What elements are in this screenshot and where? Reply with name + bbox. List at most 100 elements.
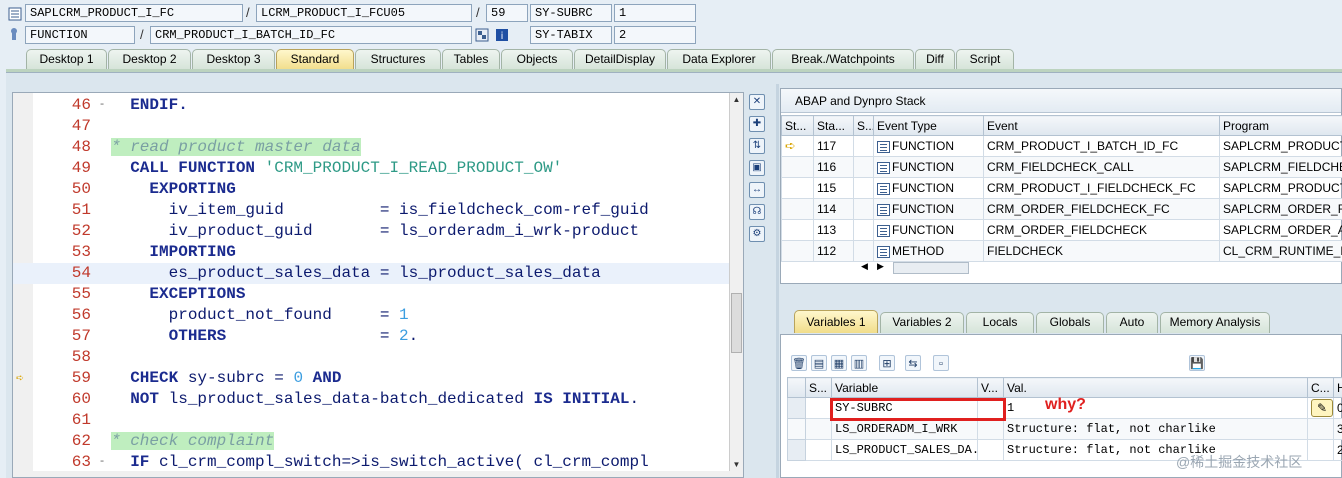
tab-breakpoints[interactable]: Break./Watchpoints: [772, 49, 914, 69]
sysvar2-name-field[interactable]: SY-TABIX: [530, 26, 612, 44]
code-line[interactable]: ➪ 59 CHECK sy-subrc = 0 AND: [13, 368, 731, 389]
sysvar1-value-field[interactable]: 1: [614, 4, 696, 22]
col-s[interactable]: S...: [853, 115, 874, 136]
tab-locals[interactable]: Locals: [966, 312, 1034, 333]
tool-settings-icon[interactable]: ⚙: [749, 226, 765, 242]
delete-icon[interactable]: 🗑: [791, 355, 807, 371]
stack-row[interactable]: ➪ 117 FUNCTION CRM_PRODUCT_I_BATCH_ID_FC SAP…: [781, 135, 1342, 157]
name-field[interactable]: CRM_PRODUCT_I_BATCH_ID_FC: [150, 26, 472, 44]
col-variable[interactable]: Variable: [831, 377, 978, 398]
code-line[interactable]: 51 iv_item_guid = is_fieldcheck_com-ref_…: [13, 200, 731, 221]
close-icon[interactable]: ✕: [749, 94, 765, 110]
scroll-thumb[interactable]: [893, 262, 969, 274]
hex-icon[interactable]: [475, 28, 489, 42]
transfer-icon[interactable]: ⇆: [905, 355, 921, 371]
code-line[interactable]: 63- IF cl_crm_compl_switch=>is_switch_ac…: [13, 452, 731, 473]
export-icon[interactable]: ▦: [831, 355, 847, 371]
tab-desktop-1[interactable]: Desktop 1: [26, 49, 107, 69]
import-icon[interactable]: ▤: [811, 355, 827, 371]
tab-desktop-2[interactable]: Desktop 2: [108, 49, 191, 69]
code-line[interactable]: 50 EXPORTING: [13, 179, 731, 200]
code-line[interactable]: 53 IMPORTING: [13, 242, 731, 263]
stack-row[interactable]: 114 FUNCTION CRM_ORDER_FIELDCHECK_FC SAPLCR…: [781, 198, 1342, 220]
col-hex[interactable]: H: [1333, 377, 1342, 398]
tab-diff[interactable]: Diff: [915, 49, 955, 69]
code-line[interactable]: 61: [13, 410, 731, 431]
col-value[interactable]: Val.: [1003, 377, 1308, 398]
type-field[interactable]: FUNCTION: [25, 26, 135, 44]
editor-horizontal-scrollbar[interactable]: [13, 471, 743, 477]
code-line[interactable]: 54 es_product_sales_data = ls_product_sa…: [13, 263, 731, 284]
stack-event-type-cell: FUNCTION: [873, 198, 984, 220]
code-line[interactable]: 52 iv_product_guid = ls_orderadm_i_wrk-p…: [13, 221, 731, 242]
tab-variables-2[interactable]: Variables 2: [880, 312, 964, 333]
new-tool-icon[interactable]: ✚: [749, 116, 765, 132]
stack-row[interactable]: 113 FUNCTION CRM_ORDER_FIELDCHECK SAPLCRM_O…: [781, 219, 1342, 241]
tab-script[interactable]: Script: [956, 49, 1014, 69]
col-program[interactable]: Program: [1219, 115, 1342, 136]
col-change[interactable]: C...: [1307, 377, 1334, 398]
code-line[interactable]: 56 product_not_found = 1: [13, 305, 731, 326]
object-icon[interactable]: ▫: [933, 355, 949, 371]
tab-structures[interactable]: Structures: [355, 49, 441, 69]
fold-icon[interactable]: -: [97, 95, 107, 116]
save-icon[interactable]: 💾: [1189, 355, 1205, 371]
var-value-cell[interactable]: Structure: flat, not charlike: [1003, 418, 1308, 440]
scroll-down-icon[interactable]: ▼: [730, 458, 743, 471]
code-line[interactable]: 46- ENDIF.: [13, 95, 731, 116]
tab-data-explorer[interactable]: Data Explorer: [667, 49, 771, 69]
line-field[interactable]: 59: [486, 4, 528, 22]
tab-standard[interactable]: Standard: [276, 49, 354, 70]
code-line[interactable]: 62 * check complaint: [13, 431, 731, 452]
variable-row[interactable]: LS_ORDERADM_I_WRK Structure: flat, not ch…: [787, 418, 1342, 440]
stack-row[interactable]: 112 METHOD FIELDCHECK CL_CRM_RUNTIME_BT: [781, 240, 1342, 262]
code-line[interactable]: 48 * read product master data: [13, 137, 731, 158]
row-selector[interactable]: [787, 418, 806, 440]
headset-icon[interactable]: ☊: [749, 204, 765, 220]
tab-desktop-3[interactable]: Desktop 3: [192, 49, 275, 69]
save-list-icon[interactable]: ▥: [851, 355, 867, 371]
code-editor[interactable]: 46- ENDIF. 47 48 * read product master data…: [12, 92, 744, 478]
row-selector[interactable]: [787, 439, 806, 461]
structure-icon[interactable]: ⊞: [879, 355, 895, 371]
stack-horizontal-scrollbar[interactable]: ◀ ▶: [861, 261, 1051, 275]
maximize-icon[interactable]: ▣: [749, 160, 765, 176]
editor-vertical-scrollbar[interactable]: ▲ ▼: [729, 93, 743, 477]
tab-auto[interactable]: Auto: [1106, 312, 1158, 333]
row-selector[interactable]: [787, 397, 806, 419]
edit-pencil-icon[interactable]: ✎: [1311, 399, 1333, 417]
code-line[interactable]: 55 EXCEPTIONS: [13, 284, 731, 305]
stack-row[interactable]: 115 FUNCTION CRM_PRODUCT_I_FIELDCHECK_FC SA…: [781, 177, 1342, 199]
code-line[interactable]: 49 CALL FUNCTION 'CRM_PRODUCT_I_READ_PRO…: [13, 158, 731, 179]
code-line[interactable]: 57 OTHERS = 2.: [13, 326, 731, 347]
code-line[interactable]: 58: [13, 347, 731, 368]
stack-row[interactable]: 116 FUNCTION CRM_FIELDCHECK_CALL SAPLCRM_FI…: [781, 156, 1342, 178]
swap-tool-icon[interactable]: ⇅: [749, 138, 765, 154]
col-level[interactable]: Sta...: [813, 115, 854, 136]
scroll-right-icon[interactable]: ▶: [877, 261, 884, 272]
col-event-type[interactable]: Event Type: [873, 115, 984, 136]
include-field[interactable]: LCRM_PRODUCT_I_FCU05: [256, 4, 472, 22]
tab-memory-analysis[interactable]: Memory Analysis: [1160, 312, 1270, 333]
code-line[interactable]: 60 NOT ls_product_sales_data-batch_dedic…: [13, 389, 731, 410]
tab-detaildisplay[interactable]: DetailDisplay: [574, 49, 666, 69]
program-field[interactable]: SAPLCRM_PRODUCT_I_FC: [25, 4, 243, 22]
tab-globals[interactable]: Globals: [1036, 312, 1104, 333]
code-line[interactable]: 47: [13, 116, 731, 137]
scroll-thumb[interactable]: [731, 293, 742, 353]
sysvar1-name-field[interactable]: SY-SUBRC: [530, 4, 612, 22]
col-var-s[interactable]: S...: [805, 377, 832, 398]
tab-tables[interactable]: Tables: [442, 49, 500, 69]
col-var-v[interactable]: V...: [977, 377, 1004, 398]
tab-objects[interactable]: Objects: [501, 49, 573, 69]
scroll-left-icon[interactable]: ◀: [861, 261, 868, 272]
fold-icon[interactable]: -: [97, 452, 107, 473]
sysvar2-value-field[interactable]: 2: [614, 26, 696, 44]
col-status[interactable]: St...: [781, 115, 814, 136]
pane-splitter[interactable]: [776, 84, 779, 478]
tab-variables-1[interactable]: Variables 1: [794, 310, 878, 333]
info-icon[interactable]: i: [495, 28, 509, 42]
scroll-up-icon[interactable]: ▲: [730, 93, 743, 106]
expand-width-icon[interactable]: ↔: [749, 182, 765, 198]
col-event[interactable]: Event: [983, 115, 1220, 136]
